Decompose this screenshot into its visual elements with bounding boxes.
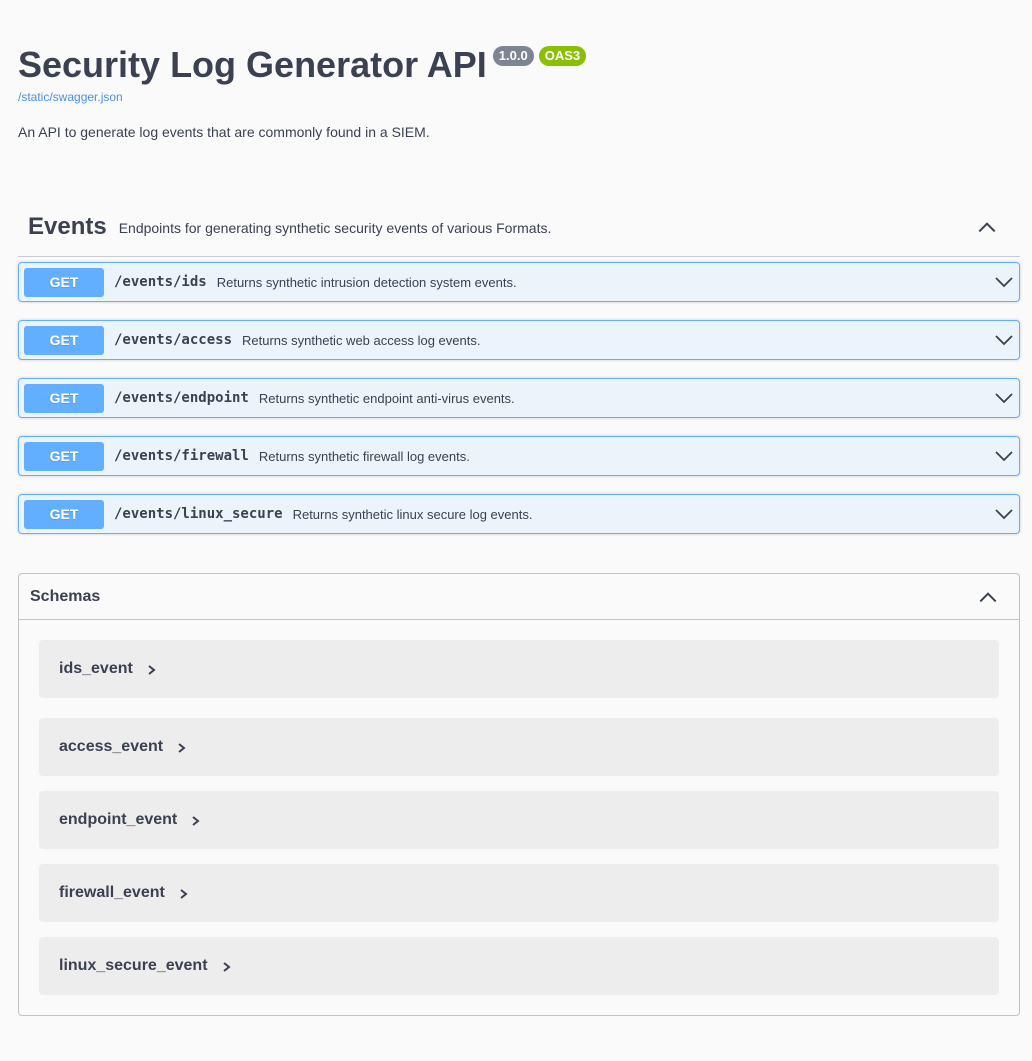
events-tag-section: Events Endpoints for generating syntheti… [18, 198, 1020, 552]
chevron-up-icon[interactable] [977, 586, 999, 608]
title-row: Security Log Generator API 1.0.0 OAS3 [18, 38, 1018, 92]
page-title: Security Log Generator API [18, 44, 487, 85]
operations-list: GET /events/ids Returns synthetic intrus… [18, 262, 1020, 534]
model-linux-secure-event[interactable]: linux_secure_event [39, 937, 999, 995]
chevron-down-icon[interactable] [994, 446, 1014, 466]
model-name: access_event [59, 738, 164, 755]
model-name: linux_secure_event [59, 957, 208, 974]
api-description: An API to generate log events that are c… [18, 124, 430, 140]
chevron-down-icon[interactable] [994, 330, 1014, 350]
operation-summary: Returns synthetic endpoint anti-virus ev… [258, 390, 515, 406]
swagger-ui-page: Security Log Generator API 1.0.0 OAS3 /s… [0, 0, 1032, 1061]
operation-get-events-firewall[interactable]: GET /events/firewall Returns synthetic f… [18, 436, 1020, 476]
chevron-right-icon[interactable] [189, 814, 203, 828]
chevron-right-icon[interactable] [145, 663, 159, 677]
chevron-down-icon[interactable] [994, 504, 1014, 524]
model-firewall-event[interactable]: firewall_event [39, 864, 999, 922]
schemas-title: Schemas [30, 587, 101, 605]
method-badge: GET [24, 325, 104, 355]
tag-description: Endpoints for generating synthetic secur… [118, 220, 552, 236]
model-name: ids_event [59, 660, 133, 677]
operation-path: /events/linux_secure [114, 506, 283, 522]
model-name: firewall_event [59, 884, 165, 901]
events-tag-header[interactable]: Events Endpoints for generating syntheti… [18, 198, 1020, 257]
method-badge: GET [24, 383, 104, 413]
operation-path: /events/firewall [114, 448, 249, 464]
chevron-up-icon[interactable] [976, 216, 998, 238]
api-info: Security Log Generator API 1.0.0 OAS3 /s… [18, 38, 1018, 140]
operation-get-events-access[interactable]: GET /events/access Returns synthetic web… [18, 320, 1020, 360]
spec-url-link[interactable]: /static/swagger.json [18, 90, 1018, 104]
model-access-event[interactable]: access_event [39, 718, 999, 776]
chevron-down-icon[interactable] [994, 388, 1014, 408]
operation-summary: Returns synthetic intrusion detection sy… [216, 274, 517, 290]
method-badge: GET [24, 499, 104, 529]
model-ids-event[interactable]: ids_event [39, 640, 999, 698]
chevron-right-icon[interactable] [220, 960, 234, 974]
method-badge: GET [24, 441, 104, 471]
chevron-down-icon[interactable] [994, 272, 1014, 292]
schemas-section: Schemas ids_event access_event endpoint_… [18, 573, 1020, 1016]
version-badge: 1.0.0 [492, 46, 534, 66]
operation-summary: Returns synthetic firewall log events. [258, 448, 470, 464]
operation-get-events-ids[interactable]: GET /events/ids Returns synthetic intrus… [18, 262, 1020, 302]
chevron-right-icon[interactable] [175, 741, 189, 755]
schemas-header[interactable]: Schemas [19, 574, 1019, 620]
operation-summary: Returns synthetic linux secure log event… [292, 506, 533, 522]
operation-get-events-endpoint[interactable]: GET /events/endpoint Returns synthetic e… [18, 378, 1020, 418]
operation-summary: Returns synthetic web access log events. [242, 332, 481, 348]
chevron-right-icon[interactable] [177, 887, 191, 901]
operation-path: /events/ids [114, 274, 207, 290]
model-name: endpoint_event [59, 811, 178, 828]
operation-path: /events/endpoint [114, 390, 249, 406]
method-badge: GET [24, 267, 104, 297]
model-endpoint-event[interactable]: endpoint_event [39, 791, 999, 849]
oas-badge: OAS3 [538, 46, 587, 66]
operation-path: /events/access [114, 332, 233, 348]
tag-name: Events [28, 213, 107, 240]
operation-get-events-linux-secure[interactable]: GET /events/linux_secure Returns synthet… [18, 494, 1020, 534]
